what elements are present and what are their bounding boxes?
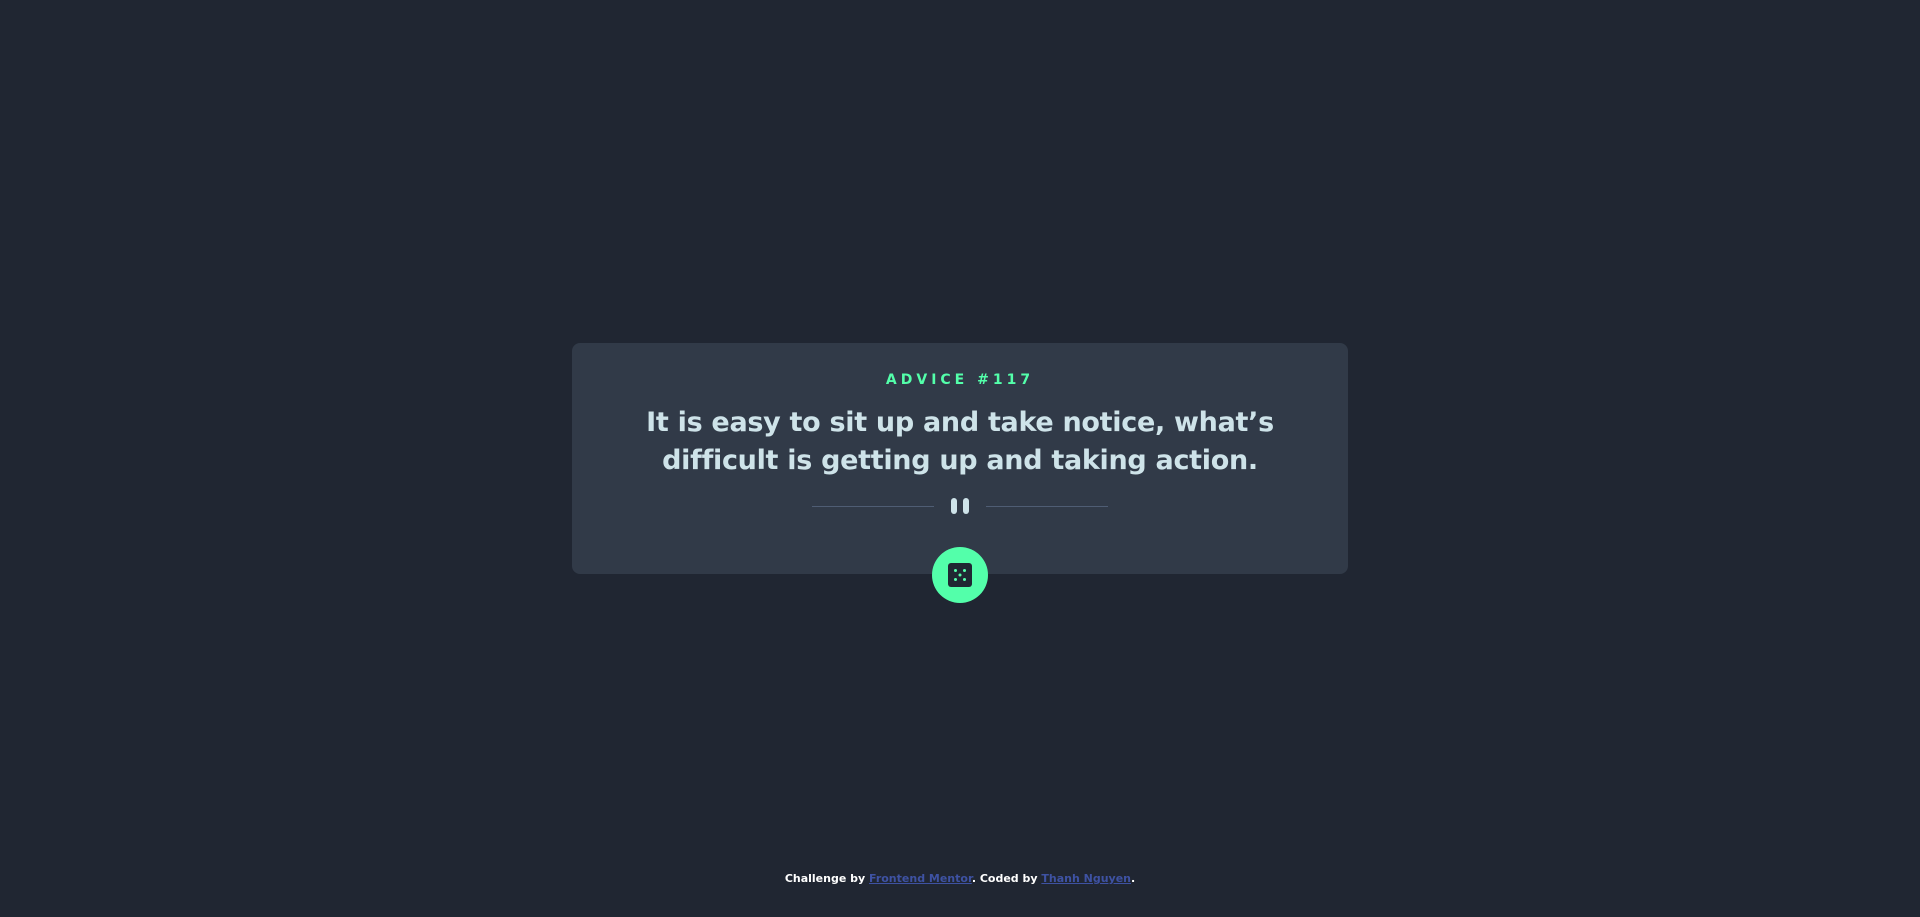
advice-id: ADVICE #117 — [885, 372, 1035, 388]
divider-line-right — [986, 506, 1108, 507]
advice-card: ADVICE #117 It is easy to sit up and tak… — [572, 343, 1348, 574]
attribution: Challenge by Frontend Mentor. Coded by T… — [0, 872, 1920, 885]
divider-line-left — [812, 506, 934, 507]
frontend-mentor-link[interactable]: Frontend Mentor — [869, 872, 972, 885]
attribution-suffix: . — [1131, 872, 1136, 885]
pause-icon — [951, 498, 969, 514]
attribution-prefix: Challenge by — [784, 872, 870, 885]
author-link[interactable]: Thanh Nguyen — [1041, 872, 1131, 885]
advice-quote: It is easy to sit up and take notice, wh… — [646, 407, 1274, 476]
attribution-middle: . Coded by — [971, 872, 1042, 885]
new-advice-button[interactable] — [932, 547, 988, 603]
divider — [812, 496, 1108, 516]
dice-icon — [948, 563, 972, 587]
